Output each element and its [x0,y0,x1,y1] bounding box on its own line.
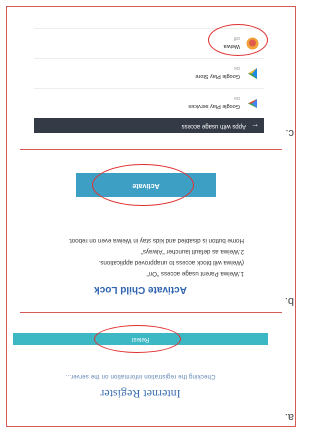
usage-access-title: Apps with usage access [181,123,246,129]
instruction-2: 2.Weiwa as default launcher "Always" [140,248,244,255]
activate-child-lock-title: Activate Child Lock [94,284,187,295]
app-row-google-play-services[interactable]: Google Play services On [34,88,264,117]
instruction-2-detail: Home button is disabled and kids stay in… [68,237,244,244]
step-c-letter: c. [285,127,294,139]
step-b-letter: b. [284,295,294,307]
weiwa-highlight-ellipse [208,24,268,56]
step-a-letter: a. [284,411,294,423]
instruction-1: 1.Weiwa Parent usage access "On" [146,270,244,277]
app-name: Google Play Store [195,73,240,79]
internet-register-title: Internet Register [100,387,181,401]
registration-status-text: Checking the registration information on… [65,373,216,379]
child-lock-instructions: 1.Weiwa Parent usage access "On" (Weiwa … [19,233,244,277]
google-play-store-icon [248,68,257,79]
back-arrow-icon[interactable]: ← [251,122,259,131]
google-play-services-icon [248,99,257,108]
section-divider-1 [20,312,282,313]
retest-highlight-ellipse [94,325,181,353]
app-row-google-play-store[interactable]: Google Play Store On [34,58,264,87]
app-name: Google Play services [188,103,240,109]
activate-highlight-ellipse [92,164,194,206]
usage-access-header: ← Apps with usage access [34,118,264,133]
section-divider-2 [20,149,282,150]
figure-rotated: a. Internet Register Checking the regist… [0,0,302,433]
app-status: On [233,96,240,101]
step-c: c. ← Apps with usage access Google Play … [8,11,294,141]
instruction-1-detail: (Weiwa will block access to unapproved a… [98,259,244,266]
step-b: b. Activate Child Lock 1.Weiwa Parent us… [8,154,294,309]
app-status: On [233,66,240,71]
step-a: a. Internet Register Checking the regist… [8,315,294,425]
